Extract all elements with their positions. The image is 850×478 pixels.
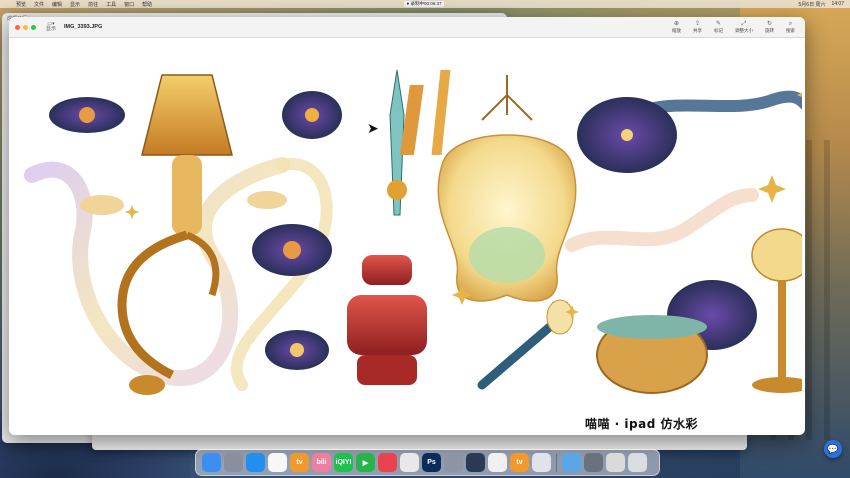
tool-label: 调整大小 <box>735 27 753 33</box>
dock-app-qq-icon[interactable] <box>268 453 287 472</box>
hanging-chain <box>481 75 533 121</box>
iris-bottom <box>265 330 329 370</box>
chat-bubble-icon[interactable]: 💬 <box>824 440 842 458</box>
tool-label: 标记 <box>714 27 723 33</box>
search-tool[interactable]: ⌕ 搜索 <box>786 21 795 34</box>
dock-app-settings-icon[interactable] <box>444 453 463 472</box>
wand-bulb <box>546 299 574 335</box>
oil-lamp-stem <box>778 280 786 380</box>
iris-large-right <box>577 97 677 173</box>
time-label[interactable]: 14:07 <box>831 1 844 8</box>
preview-window[interactable]: ▭▾ 显示 IMG_3393.JPG ⊕ 缩放 ⇪ 共享 ✎ 标记 ⤢ 调整大小… <box>9 17 805 435</box>
rotate-icon: ↻ <box>766 20 773 27</box>
dock-app-launchpad-icon[interactable] <box>224 453 243 472</box>
lantern-green <box>469 227 545 283</box>
dock-app-chrome-icon[interactable] <box>400 453 419 472</box>
dock-app-music-icon[interactable] <box>378 453 397 472</box>
oil-lamp-bulb <box>751 228 802 282</box>
markup-tool[interactable]: ✎ 标记 <box>714 21 723 34</box>
dock-app-font-book-icon[interactable] <box>532 453 551 472</box>
markup-icon: ✎ <box>715 20 722 27</box>
dock-app-steam-icon[interactable] <box>466 453 485 472</box>
toolbar-tools: ⊕ 缩放 ⇪ 共享 ✎ 标记 ⤢ 调整大小 ↻ 旋转 ⌕ 搜索 <box>672 21 805 34</box>
share-tool[interactable]: ⇪ 共享 <box>693 21 702 34</box>
recording-indicator[interactable]: ● 录制中00:06:37 <box>404 1 444 7</box>
lamp-base <box>129 375 165 395</box>
date-label[interactable]: 5月6日 周六 <box>799 1 826 8</box>
tool-label: 旋转 <box>765 27 774 33</box>
mouse-cursor-icon: ➤ <box>367 120 379 136</box>
artwork-caption: 喵喵 · ipad 仿水彩 <box>585 417 698 431</box>
bird-left <box>80 195 124 215</box>
iris-top-left <box>49 97 125 133</box>
resize-tool[interactable]: ⤢ 调整大小 <box>735 21 753 34</box>
dock-app-iqiyi-icon[interactable]: iQIYI <box>334 453 353 472</box>
dock-app-trash-icon[interactable] <box>628 453 647 472</box>
close-button[interactable] <box>15 24 20 30</box>
tool-label: 共享 <box>693 27 702 33</box>
lamp-stem <box>172 155 202 235</box>
sword-guard <box>387 180 407 200</box>
minimize-button[interactable] <box>23 24 28 30</box>
dock-app-preview-icon[interactable] <box>606 453 625 472</box>
oil-lamp-base <box>752 377 802 393</box>
lamp-shade <box>141 74 233 156</box>
dock-app-folder-icon[interactable] <box>562 453 581 472</box>
menu-item[interactable]: 显示 <box>70 1 80 8</box>
teacup-rim <box>597 315 707 339</box>
search-icon: ⌕ <box>788 20 793 27</box>
share-icon: ⇪ <box>694 20 701 27</box>
tool-label: 缩放 <box>672 27 681 33</box>
menu-item[interactable]: 窗口 <box>124 1 134 8</box>
rotate-tool[interactable]: ↻ 旋转 <box>765 21 774 34</box>
sidebar-label: 显示 <box>46 26 57 32</box>
resize-icon: ⤢ <box>741 20 747 27</box>
dock-app-screenshot-icon[interactable] <box>584 453 603 472</box>
wand <box>477 320 557 390</box>
red-lantern-base <box>357 355 417 385</box>
iris-mid <box>252 224 332 276</box>
zoom-icon: ⊕ <box>673 20 680 27</box>
iris-top <box>282 91 342 139</box>
dock-separator <box>556 453 557 472</box>
menu-item[interactable]: 预览 <box>16 1 26 8</box>
dock: tv bili iQIYI ▶ Ps tv <box>195 449 660 476</box>
sidebar-toggle-button[interactable]: ▭▾ 显示 <box>46 22 56 32</box>
status-area: 5月6日 周六 14:07 <box>799 1 850 8</box>
menu-item[interactable]: 编辑 <box>52 1 62 8</box>
dock-app-youku-icon[interactable] <box>488 453 507 472</box>
zoom-tool[interactable]: ⊕ 缩放 <box>672 21 681 34</box>
menu-item[interactable]: 工具 <box>106 1 116 8</box>
red-lantern-body <box>347 295 427 355</box>
dock-app-safari-icon[interactable] <box>246 453 265 472</box>
dock-app-tv2-icon[interactable]: tv <box>510 453 529 472</box>
red-lantern-top <box>362 255 412 285</box>
menu-item[interactable]: 前往 <box>88 1 98 8</box>
menu-item[interactable]: 文件 <box>34 1 44 8</box>
window-toolbar: ▭▾ 显示 IMG_3393.JPG ⊕ 缩放 ⇪ 共享 ✎ 标记 ⤢ 调整大小… <box>9 17 805 38</box>
menu-item[interactable]: 帮助 <box>142 1 152 8</box>
dock-app-video-icon[interactable]: ▶ <box>356 453 375 472</box>
dock-app-tv-icon[interactable]: tv <box>290 453 309 472</box>
window-controls <box>9 24 36 30</box>
image-canvas[interactable] <box>12 55 802 413</box>
dock-app-photoshop-icon[interactable]: Ps <box>422 453 441 472</box>
fullscreen-button[interactable] <box>31 24 36 30</box>
menu-bar-items: 预览 文件 编辑 显示 前往 工具 窗口 帮助 <box>0 1 152 8</box>
document-title[interactable]: IMG_3393.JPG <box>64 24 102 30</box>
gold-bar-2 <box>431 70 451 155</box>
dock-app-bilibili-icon[interactable]: bili <box>312 453 331 472</box>
dock-app-finder-icon[interactable] <box>202 453 221 472</box>
tool-label: 搜索 <box>786 27 795 33</box>
bird-center <box>247 191 287 209</box>
watercolor-illustration <box>24 69 802 395</box>
ribbon-right <box>565 188 759 252</box>
